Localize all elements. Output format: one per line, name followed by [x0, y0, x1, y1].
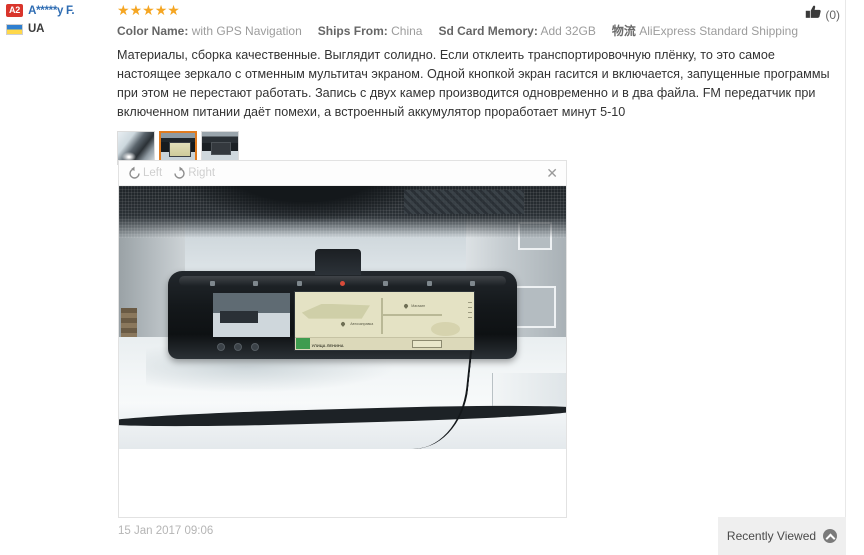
attribute-key: Sd Card Memory:: [438, 24, 538, 38]
mirror-button-icon: [233, 343, 242, 351]
photo-mirror-buttons: [216, 343, 259, 351]
star-icon: ★: [154, 2, 168, 18]
star-icon: ★: [142, 2, 155, 18]
order-attributes: Color Name: with GPS Navigation Ships Fro…: [117, 22, 798, 40]
review-photo[interactable]: Автозаправка Магазин УЛИЦА ЛЕНИНА: [119, 186, 566, 449]
photo-windshield-sticker: [404, 190, 524, 214]
photo-headliner-shadow: [181, 186, 428, 222]
image-viewer: Left Right ✕ Автозаправка Магазин УЛИЦА …: [118, 160, 567, 518]
thumbnail-image: [161, 133, 195, 163]
reviewer-info: A2 A*****y F. UA: [6, 4, 110, 41]
reviewer-level-badge: A2: [6, 4, 24, 17]
ukraine-flag-icon: [6, 23, 23, 35]
rotate-left-button[interactable]: Left: [127, 166, 162, 181]
photo-mirror-camera-preview: [213, 293, 291, 337]
helpful-vote[interactable]: (0): [805, 4, 840, 25]
mirror-icon: [209, 281, 215, 286]
nav-direction-icon: [295, 338, 310, 349]
rotate-right-label: Right: [188, 167, 216, 179]
attribute-ships-from: Ships From: China: [318, 24, 423, 38]
image-viewer-footer-area: [119, 449, 566, 517]
review-content: ★★★★★ Color Name: with GPS Navigation Shi…: [117, 0, 830, 174]
nav-poi-label: Автозаправка: [350, 322, 374, 327]
review-page: A2 A*****y F. UA ★★★★★ Color Name: with …: [0, 0, 864, 555]
nav-poi-label: Магазин: [411, 303, 426, 308]
attribute-value: with GPS Navigation: [191, 24, 302, 38]
mirror-icon: [383, 281, 389, 286]
nav-map-road: [380, 314, 442, 317]
review-timestamp: 15 Jan 2017 09:06: [118, 525, 214, 537]
reviewer-country: UA: [6, 23, 110, 35]
photo-car-hood: [119, 403, 566, 449]
mirror-record-icon: [339, 281, 345, 286]
attribute-key: Color Name:: [117, 24, 189, 38]
rotate-left-label: Left: [143, 167, 163, 179]
rotate-right-button[interactable]: Right: [172, 166, 215, 181]
reviewer-identity: A2 A*****y F.: [6, 4, 110, 17]
photo-mirror-mount: [314, 249, 361, 275]
star-icon: ★: [117, 2, 130, 18]
rotate-right-icon: [172, 166, 187, 181]
thumbs-up-icon: [805, 4, 822, 25]
mirror-icon: [296, 281, 302, 286]
mirror-button-icon: [216, 343, 225, 351]
review-text: Материалы, сборка качественные. Выглядит…: [117, 48, 830, 119]
photo-mirror-status-icons: [209, 281, 475, 286]
attribute-value: China: [391, 24, 423, 38]
attribute-sd-card-memory: Sd Card Memory: Add 32GB: [438, 24, 595, 38]
chevron-up-circle-icon: [823, 529, 838, 543]
page-border: [845, 0, 846, 555]
rating-stars: ★★★★★: [117, 2, 787, 18]
mirror-icon: [426, 281, 432, 286]
close-icon[interactable]: ✕: [546, 165, 558, 181]
nav-street-label: УЛИЦА ЛЕНИНА: [311, 343, 344, 348]
helpful-count: (0): [825, 7, 840, 22]
star-icon: ★: [167, 2, 180, 18]
photo-rearview-mirror-dashcam: Автозаправка Магазин УЛИЦА ЛЕНИНА: [168, 249, 517, 359]
mirror-icon: [253, 281, 259, 286]
rotate-left-icon: [127, 166, 142, 181]
recently-viewed-button[interactable]: Recently Viewed: [718, 517, 846, 555]
image-viewer-toolbar: Left Right ✕: [119, 161, 566, 186]
attribute-value: AliExpress Standard Shipping: [639, 24, 798, 38]
attribute-value: Add 32GB: [540, 24, 596, 38]
mirror-icon: [469, 281, 475, 286]
attribute-logistics: 物流 AliExpress Standard Shipping: [612, 24, 798, 38]
attribute-key: Ships From:: [317, 24, 388, 38]
nav-map-area: [301, 303, 370, 319]
attribute-color-name: Color Name: with GPS Navigation: [117, 24, 302, 38]
nav-scale-ticks: [467, 302, 472, 319]
nav-map-area: [430, 322, 460, 337]
recently-viewed-label: Recently Viewed: [726, 529, 817, 543]
reviewer-country-label: UA: [28, 23, 45, 35]
reviewer-name[interactable]: A*****y F.: [28, 5, 75, 17]
photo-window: [514, 286, 556, 328]
photo-gps-navigation-screen: Автозаправка Магазин УЛИЦА ЛЕНИНА: [293, 291, 475, 351]
map-pin-icon: [403, 302, 409, 309]
attribute-key: 物流: [611, 24, 636, 38]
star-icon: ★: [129, 2, 143, 18]
map-pin-icon: [340, 321, 347, 327]
mirror-button-icon: [250, 343, 259, 351]
